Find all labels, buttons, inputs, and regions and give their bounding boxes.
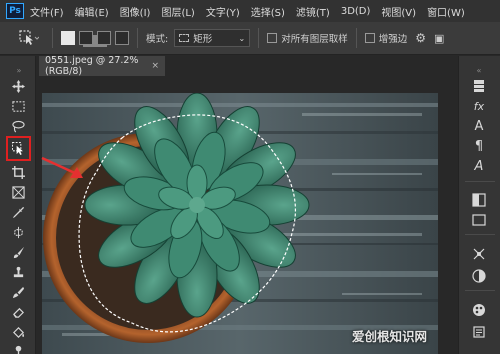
divider: [465, 181, 495, 182]
rectangle-icon: [179, 34, 190, 42]
menu-window[interactable]: 窗口(W): [427, 4, 465, 19]
new-selection-button[interactable]: [61, 31, 75, 45]
menu-3d[interactable]: 3D(D): [341, 6, 371, 17]
divider: [258, 28, 260, 48]
frame-tool-icon[interactable]: [9, 184, 27, 200]
paragraph-icon[interactable]: ¶: [471, 138, 487, 154]
menu-select[interactable]: 选择(S): [251, 4, 285, 19]
layers-icon[interactable]: [471, 78, 487, 94]
mode-dropdown[interactable]: 矩形 ⌄: [174, 29, 251, 47]
watermark-text: 爱创根知识网: [352, 329, 428, 344]
move-tool-icon[interactable]: [9, 78, 27, 94]
object-selection-icon: [19, 30, 39, 45]
subtract-from-selection-button[interactable]: [97, 31, 111, 45]
swatches-icon[interactable]: [471, 192, 487, 208]
divider: [355, 28, 357, 48]
document-tab[interactable]: 0551.jpeg @ 27.2%(RGB/8) ×: [39, 55, 165, 77]
paths-icon[interactable]: [471, 246, 487, 262]
photoshop-logo-icon: Ps: [6, 3, 24, 19]
right-panel-dock: « fx A ¶ A: [458, 56, 500, 354]
brush-tool-icon[interactable]: [9, 244, 27, 260]
options-bar: 模式: 矩形 ⌄ 对所有图层取样 增强边 ⚙ ▣: [0, 22, 500, 55]
enhance-edge-checkbox[interactable]: [364, 33, 375, 43]
adjustments-icon[interactable]: [471, 268, 487, 284]
intersect-selection-button[interactable]: [115, 31, 129, 45]
chevron-down-icon: ⌄: [238, 33, 246, 43]
crop-tool-icon[interactable]: [9, 164, 27, 180]
divider: [52, 28, 53, 48]
healing-brush-tool-icon[interactable]: [9, 224, 27, 240]
enhance-edge-label: 增强边: [378, 34, 408, 45]
menu-view[interactable]: 视图(V): [381, 4, 416, 19]
select-subject-icon[interactable]: ▣: [434, 32, 444, 45]
fx-icon[interactable]: fx: [471, 98, 487, 114]
paint-bucket-tool-icon[interactable]: [9, 324, 27, 340]
canvas-area[interactable]: [37, 76, 458, 354]
menu-bar: Ps 文件(F) 编辑(E) 图像(I) 图层(L) 文字(Y) 选择(S) 滤…: [0, 0, 500, 22]
sample-all-layers-label: 对所有图层取样: [281, 34, 348, 45]
collapse-panels-icon[interactable]: «: [471, 62, 487, 78]
object-selection-tool-icon[interactable]: [9, 140, 27, 156]
menu-file[interactable]: 文件(F): [30, 4, 64, 19]
document-tab-title: 0551.jpeg @ 27.2%(RGB/8): [45, 55, 139, 77]
glyphs-icon[interactable]: A: [471, 158, 487, 174]
menu-edit[interactable]: 编辑(E): [75, 4, 109, 19]
tool-preset-picker[interactable]: [14, 28, 44, 48]
tools-panel: »: [0, 56, 36, 354]
settings-gear-icon[interactable]: ⚙: [415, 31, 426, 45]
mode-value: 矩形: [193, 34, 213, 45]
character-icon[interactable]: A: [471, 118, 487, 134]
menu-type[interactable]: 文字(Y): [206, 4, 240, 19]
photo-image: [42, 93, 438, 354]
succulent-photo[interactable]: [42, 93, 438, 354]
close-tab-icon[interactable]: ×: [151, 61, 159, 71]
eraser-tool-icon[interactable]: [9, 304, 27, 320]
history-brush-tool-icon[interactable]: [9, 284, 27, 300]
document-tab-strip: 0551.jpeg @ 27.2%(RGB/8) ×: [37, 55, 458, 77]
sample-all-layers-checkbox[interactable]: [267, 33, 278, 43]
color-palette-icon[interactable]: [471, 302, 487, 318]
menu-filter[interactable]: 滤镜(T): [296, 4, 330, 19]
gradient-icon[interactable]: [471, 212, 487, 228]
dodge-tool-icon[interactable]: [9, 342, 27, 354]
collapse-toolbar-icon[interactable]: »: [10, 62, 28, 78]
clone-stamp-tool-icon[interactable]: [9, 264, 27, 280]
mode-label: 模式:: [146, 34, 169, 45]
menu-image[interactable]: 图像(I): [120, 4, 151, 19]
divider: [137, 28, 138, 48]
lasso-tool-icon[interactable]: [9, 118, 27, 134]
marquee-tool-icon[interactable]: [9, 98, 27, 114]
properties-icon[interactable]: [471, 324, 487, 340]
divider: [465, 290, 495, 291]
divider: [465, 234, 495, 235]
eyedropper-tool-icon[interactable]: [9, 204, 27, 220]
annotation-arrow-icon: [41, 156, 83, 178]
add-to-selection-button[interactable]: [79, 31, 93, 45]
menu-layer[interactable]: 图层(L): [161, 4, 194, 19]
